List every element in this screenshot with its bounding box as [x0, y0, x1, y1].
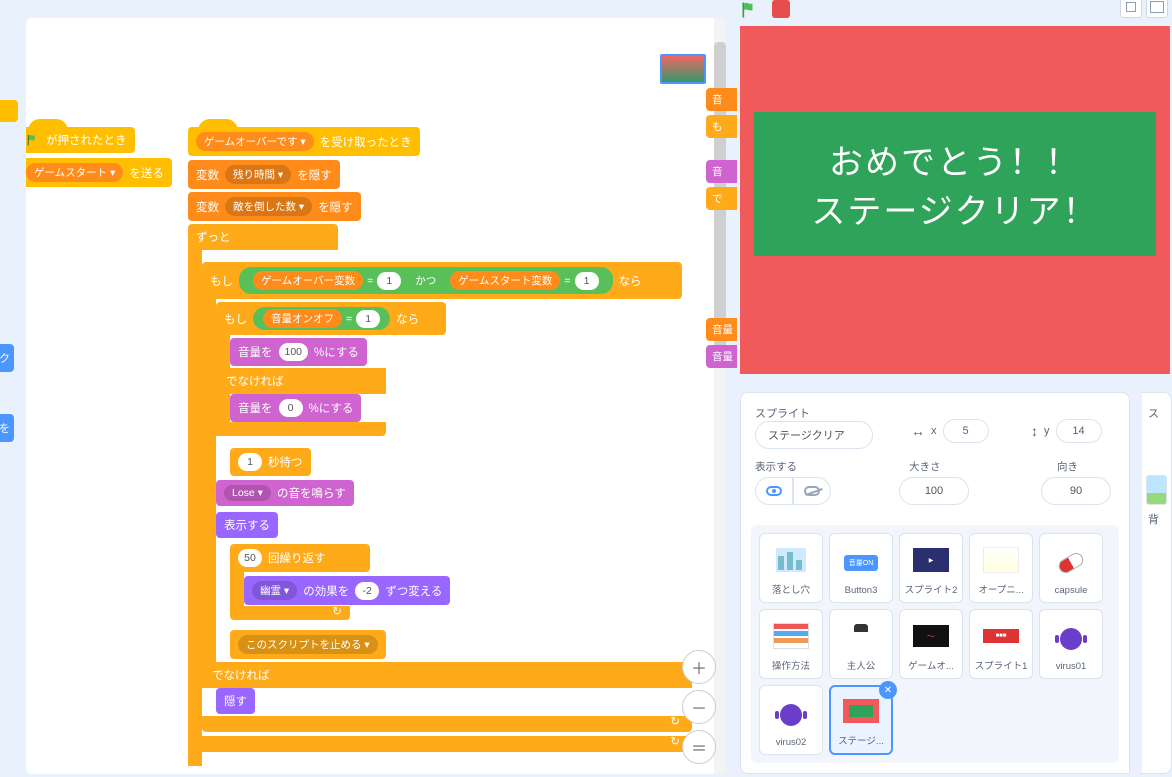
- hide-variable-block[interactable]: 変数 残り時間 ▾ を隠す: [188, 160, 340, 189]
- change-effect-block[interactable]: 幽霊 ▾ の効果を -2 ずつ変える: [244, 576, 450, 605]
- sprite-card[interactable]: virus02: [759, 685, 823, 755]
- sprite-card-selected[interactable]: ✕ ステージ...: [829, 685, 893, 755]
- peek-block[interactable]: 音量: [706, 345, 737, 368]
- virus-icon: [1060, 628, 1082, 650]
- block-label: が押されたとき: [46, 132, 127, 148]
- dropdown[interactable]: このスクリプトを止める ▾: [238, 635, 378, 654]
- y-label: y: [1044, 425, 1050, 437]
- size-label: 大きさ: [909, 459, 941, 474]
- virus-icon: [780, 704, 802, 726]
- delete-sprite-button[interactable]: ✕: [879, 681, 897, 699]
- show-sprite-button[interactable]: [755, 477, 793, 505]
- peek-block[interactable]: 音量: [706, 318, 737, 341]
- sprite-info-pane: スプライト ステージクリア ↔ x 5 ↕ y 14 表示する 大きさ 100 …: [740, 392, 1130, 774]
- play-sound-block[interactable]: Lose ▾ の音を鳴らす: [216, 480, 354, 506]
- size-input[interactable]: 100: [899, 477, 969, 505]
- wait-block[interactable]: 1 秒待つ: [230, 448, 311, 476]
- sprite-list: 落とし穴 音量ONButton3 ▶スプライト2 オープニ... capsule…: [751, 525, 1119, 763]
- y-arrows-icon: ↕: [1031, 423, 1038, 439]
- block-label: を受け取ったとき: [320, 134, 412, 150]
- dropdown[interactable]: 残り時間 ▾: [225, 165, 291, 184]
- sprite-card[interactable]: オープニ...: [969, 533, 1033, 603]
- green-flag-button[interactable]: [740, 0, 764, 22]
- y-input[interactable]: 14: [1056, 419, 1102, 443]
- dropdown[interactable]: 敵を倒した数 ▾: [225, 197, 312, 216]
- if-block[interactable]: もし ゲームオーバー変数 = 1 かつ ゲームスタート変数 = 1 なら: [202, 262, 682, 299]
- hide-sprite-button[interactable]: [793, 477, 831, 505]
- set-volume-block[interactable]: 音量を 0 %にする: [230, 394, 361, 422]
- direction-label: 向き: [1057, 459, 1078, 474]
- else-branch[interactable]: でなければ: [216, 368, 386, 394]
- blocks-workspace[interactable]: が押されたとき ゲームスタート ▾ を送る ゲームオーバーです ▾ を受け取った…: [26, 18, 726, 774]
- stop-script-block[interactable]: このスクリプトを止める ▾: [230, 630, 386, 659]
- when-receive-block[interactable]: ゲームオーバーです ▾ を受け取ったとき: [188, 127, 420, 156]
- sprite-card[interactable]: ■■■スプライト1: [969, 609, 1033, 679]
- stage-text-1: おめでとう！！: [829, 135, 1081, 184]
- show-block[interactable]: 表示する: [216, 512, 278, 538]
- sprite-card[interactable]: 〜ゲームオ...: [899, 609, 963, 679]
- block-label: を送る: [129, 165, 164, 181]
- else-branch[interactable]: でなければ: [202, 662, 692, 688]
- show-label: 表示する: [755, 459, 797, 474]
- stop-button[interactable]: [772, 0, 796, 22]
- operator-and[interactable]: ゲームオーバー変数 = 1 かつ ゲームスタート変数 = 1: [239, 267, 613, 294]
- stage-pane[interactable]: ス 背: [1142, 392, 1172, 774]
- forever-block[interactable]: ずっと: [188, 224, 338, 250]
- sprite-card[interactable]: 操作方法: [759, 609, 823, 679]
- peek-block[interactable]: ク: [0, 344, 14, 372]
- dropdown[interactable]: ゲームオーバーです ▾: [196, 132, 314, 151]
- hide-variable-block[interactable]: 変数 敵を倒した数 ▾ を隠す: [188, 192, 361, 221]
- sprite-card[interactable]: 主人公: [829, 609, 893, 679]
- peek-block[interactable]: 音: [706, 88, 737, 111]
- broadcast-block[interactable]: ゲームスタート ▾ を送る: [26, 158, 172, 187]
- repeat-block[interactable]: 50 回繰り返す: [230, 544, 370, 572]
- stage-preview[interactable]: おめでとう！！ ステージクリア！: [740, 26, 1170, 374]
- zoom-out-button[interactable]: －: [682, 690, 716, 724]
- peek-block[interactable]: を: [0, 414, 14, 442]
- sprite-card[interactable]: virus01: [1039, 609, 1103, 679]
- capsule-icon: [1056, 550, 1086, 575]
- stage-text-2: ステージクリア！: [811, 184, 1098, 233]
- hero-icon: [851, 624, 871, 648]
- dropdown[interactable]: 幽霊 ▾: [252, 581, 297, 600]
- if-block[interactable]: もし 音量オンオフ = 1 なら: [216, 302, 446, 335]
- layout-small-button[interactable]: [1120, 0, 1142, 18]
- set-volume-block[interactable]: 音量を 100 %にする: [230, 338, 367, 366]
- operator-equals[interactable]: 音量オンオフ = 1: [253, 307, 390, 330]
- x-arrows-icon: ↔: [911, 423, 925, 439]
- sprite-label: スプライト: [755, 405, 810, 421]
- stage-banner: おめでとう！！ ステージクリア！: [754, 112, 1156, 256]
- peek-block[interactable]: も: [706, 115, 737, 138]
- direction-input[interactable]: 90: [1041, 477, 1111, 505]
- x-input[interactable]: 5: [943, 419, 989, 443]
- when-flag-clicked-block[interactable]: が押されたとき: [26, 127, 135, 153]
- dropdown[interactable]: Lose ▾: [224, 485, 271, 501]
- zoom-in-button[interactable]: ＋: [682, 650, 716, 684]
- sprite-card[interactable]: capsule: [1039, 533, 1103, 603]
- peek-block[interactable]: 音: [706, 160, 737, 183]
- hide-block[interactable]: 隠す: [216, 688, 255, 714]
- eye-open-icon: [766, 486, 782, 496]
- sprite-thumbnail: [660, 54, 706, 84]
- peek-block[interactable]: [0, 100, 18, 122]
- x-label: x: [931, 425, 937, 437]
- stage-pane-title: ス: [1142, 393, 1171, 425]
- sprite-card[interactable]: 音量ONButton3: [829, 533, 893, 603]
- sprite-card[interactable]: 落とし穴: [759, 533, 823, 603]
- backdrop-thumbnail[interactable]: [1146, 475, 1167, 505]
- backdrops-label: 背: [1142, 505, 1171, 531]
- peek-block[interactable]: で: [706, 187, 737, 210]
- sprite-name-input[interactable]: ステージクリア: [755, 421, 873, 449]
- layout-large-button[interactable]: [1146, 0, 1168, 18]
- dropdown[interactable]: ゲームスタート ▾: [26, 163, 123, 182]
- sprite-card[interactable]: ▶スプライト2: [899, 533, 963, 603]
- zoom-reset-button[interactable]: ＝: [682, 730, 716, 764]
- eye-off-icon: [804, 486, 820, 496]
